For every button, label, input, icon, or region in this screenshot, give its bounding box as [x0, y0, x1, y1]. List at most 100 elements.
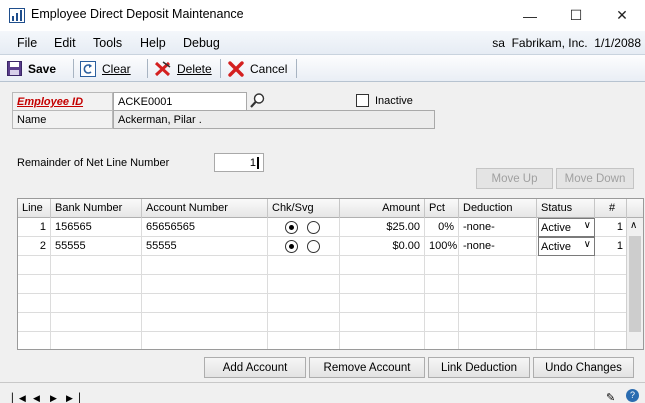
user-company-date: sa Fabrikam, Inc. 1/1/2088 [492, 36, 641, 50]
col-header-account-number: Account Number [142, 199, 268, 218]
scroll-up-icon[interactable]: ∧ [630, 220, 637, 231]
cell-amount[interactable]: $0.00 [340, 237, 425, 256]
toolbar-separator [147, 59, 148, 78]
cell-deduction: -none- [459, 237, 537, 256]
empty-row[interactable] [18, 294, 627, 313]
menu-tools[interactable]: Tools [93, 36, 122, 50]
cell-bank-number[interactable]: 55555 [51, 237, 142, 256]
close-button[interactable]: ✕ [599, 0, 645, 31]
menu-bar: File Edit Tools Help Debug sa Fabrikam, … [0, 31, 645, 55]
cell-number: 1 [616, 221, 623, 233]
cell-account-number[interactable]: 55555 [142, 237, 268, 256]
save-button[interactable]: Save [7, 58, 56, 79]
name-field: Ackerman, Pilar . [113, 110, 435, 129]
cancel-label: Cancel [250, 61, 288, 76]
magnifier-icon[interactable] [249, 92, 266, 109]
cell-deduction: -none- [459, 218, 537, 237]
note-icon[interactable]: ✎ [606, 391, 615, 403]
savings-radio[interactable] [307, 221, 320, 234]
delete-button[interactable]: Delete [154, 58, 212, 79]
col-header-pct: Pct [425, 199, 459, 218]
checking-radio[interactable] [285, 240, 298, 253]
table-row[interactable]: 2 55555 55555 $0.00 100% -none- Active ∨… [18, 237, 627, 256]
cell-line: 2 [18, 237, 51, 256]
cell-line: 1 [18, 218, 51, 237]
savings-radio[interactable] [307, 240, 320, 253]
table-row[interactable]: 1 156565 65656565 $25.00 0% -none- Activ… [18, 218, 627, 237]
minimize-button[interactable]: — [507, 0, 553, 31]
menu-help[interactable]: Help [140, 36, 166, 50]
toolbar-separator [220, 59, 221, 78]
user-name: sa [492, 36, 505, 50]
cell-chk-svg [268, 237, 340, 256]
menu-edit[interactable]: Edit [54, 36, 76, 50]
grid-header: Line Bank Number Account Number Chk/Svg … [18, 199, 643, 218]
employee-id-label-box[interactable]: Employee ID [12, 92, 113, 111]
cell-chk-svg [268, 218, 340, 237]
cell-pct[interactable]: 100% [425, 237, 459, 256]
remainder-value: 1 [249, 157, 259, 169]
toolbar-separator [296, 59, 297, 78]
clear-label: Clear [102, 61, 131, 76]
menu-debug[interactable]: Debug [183, 36, 220, 50]
col-header-number: # [595, 199, 627, 218]
empty-row[interactable] [18, 332, 627, 349]
user-date: 1/1/2088 [594, 36, 641, 50]
empty-row[interactable] [18, 313, 627, 332]
checking-radio[interactable] [285, 221, 298, 234]
scroll-thumb[interactable] [629, 236, 641, 332]
cancel-button[interactable]: Cancel [228, 58, 287, 79]
navigation-bar: ▏◀ ◀ ▶ ▶▕ ✎ ? [0, 382, 645, 403]
cell-pct[interactable]: 0% [425, 218, 459, 237]
clear-button[interactable]: Clear [80, 58, 131, 79]
floppy-disk-icon [7, 61, 22, 76]
last-record-icon[interactable]: ▶▕ [66, 393, 80, 403]
cancel-icon [228, 60, 244, 77]
chevron-down-icon: ∨ [583, 239, 591, 250]
status-dropdown[interactable]: Active ∨ [538, 237, 595, 256]
chevron-down-icon: ∨ [583, 220, 591, 231]
remainder-field[interactable]: 1 [214, 153, 264, 172]
col-header-chk-svg: Chk/Svg [268, 199, 340, 218]
inactive-checkbox[interactable] [356, 94, 369, 107]
grid-scrollbar[interactable]: ∧ [626, 218, 643, 349]
title-bar: Employee Direct Deposit Maintenance — ☐ … [0, 0, 645, 31]
toolbar: Save Clear Delete Cancel [0, 55, 645, 82]
status-value: Active [541, 222, 571, 234]
save-label: Save [28, 61, 57, 76]
delete-label: Delete [177, 61, 212, 76]
add-account-button[interactable]: Add Account [204, 357, 306, 378]
link-deduction-button[interactable]: Link Deduction [428, 357, 530, 378]
cell-amount[interactable]: $25.00 [340, 218, 425, 237]
empty-row[interactable] [18, 256, 627, 275]
clear-icon [80, 60, 96, 77]
col-header-line: Line [18, 199, 51, 218]
first-record-icon[interactable]: ▏◀ [12, 393, 26, 403]
toolbar-separator [73, 59, 74, 78]
cell-number: 1 [616, 240, 623, 252]
previous-record-icon[interactable]: ◀ [33, 393, 40, 403]
cell-account-number[interactable]: 65656565 [142, 218, 268, 237]
col-header-status: Status [537, 199, 595, 218]
status-value: Active [541, 241, 571, 253]
help-icon[interactable]: ? [626, 389, 639, 402]
name-label-box: Name [12, 110, 113, 129]
employee-id-label[interactable]: Employee ID [17, 96, 83, 108]
name-label: Name [17, 114, 47, 126]
col-header-deduction: Deduction [459, 199, 537, 218]
empty-row[interactable] [18, 275, 627, 294]
move-up-button[interactable]: Move Up [476, 168, 553, 189]
maximize-button[interactable]: ☐ [553, 0, 599, 31]
menu-file[interactable]: File [17, 36, 37, 50]
employee-id-field[interactable]: ACKE0001 [113, 92, 247, 111]
next-record-icon[interactable]: ▶ [50, 393, 57, 403]
remainder-label: Remainder of Net Line Number [17, 157, 170, 169]
undo-changes-button[interactable]: Undo Changes [533, 357, 634, 378]
move-down-button[interactable]: Move Down [556, 168, 634, 189]
remove-account-button[interactable]: Remove Account [309, 357, 425, 378]
delete-icon [154, 60, 171, 76]
status-dropdown[interactable]: Active ∨ [538, 218, 595, 237]
form-content: Employee ID ACKE0001 Inactive Name Acker… [0, 82, 645, 382]
cell-bank-number[interactable]: 156565 [51, 218, 142, 237]
chart-icon [9, 8, 25, 23]
